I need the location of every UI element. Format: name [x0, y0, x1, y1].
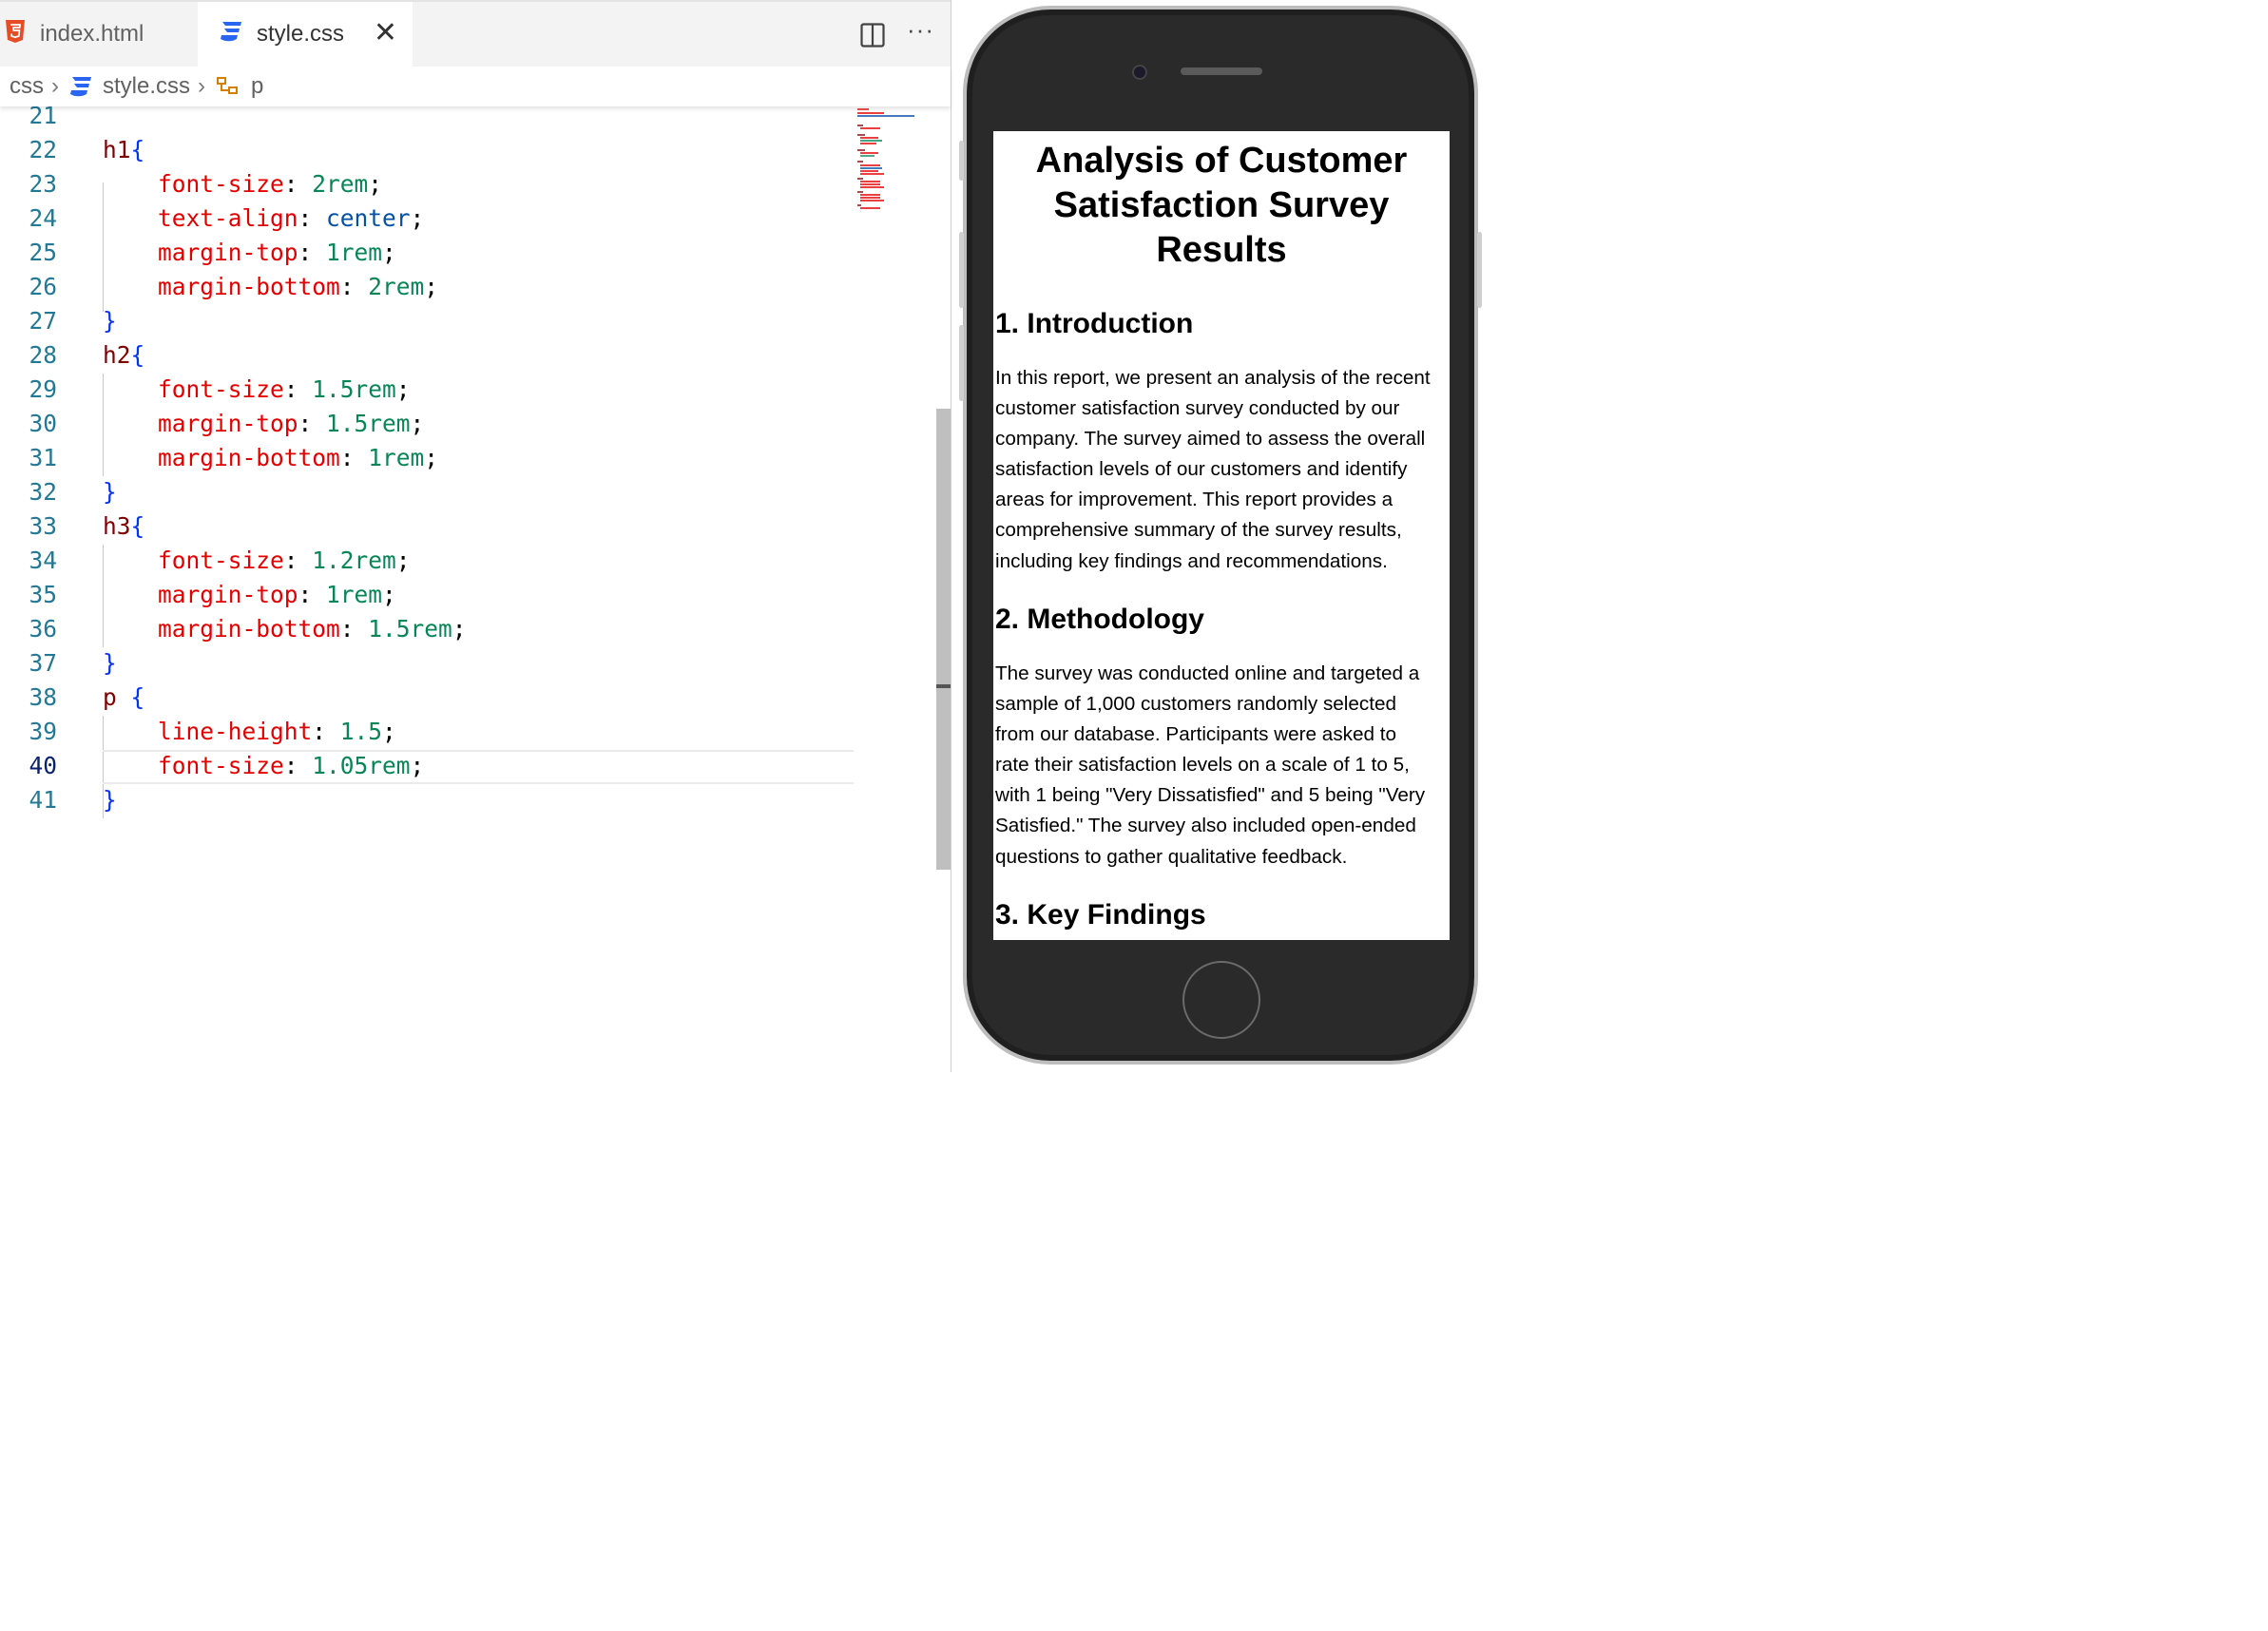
- code-line: font-size: 1.05rem;: [158, 752, 425, 779]
- section-heading: 1. Introduction: [995, 308, 1194, 339]
- close-icon[interactable]: ✕: [374, 19, 397, 48]
- code-line: margin-top: 1.5rem;: [158, 410, 425, 437]
- code-line: }: [103, 478, 117, 506]
- tab-index-html[interactable]: index.html: [0, 2, 196, 67]
- code-line: font-size: 2rem;: [158, 170, 383, 198]
- tab-style-css[interactable]: style.css ✕: [198, 2, 413, 67]
- code-line: }: [103, 786, 117, 814]
- css-selector-icon: [215, 74, 241, 99]
- tab-label: style.css: [257, 21, 345, 47]
- line-number: 30: [29, 410, 57, 437]
- code-line: font-size: 1.5rem;: [158, 375, 411, 403]
- page-title: Analysis of Customer Satisfaction Survey…: [1035, 141, 1408, 270]
- more-actions-icon[interactable]: ···: [907, 15, 934, 45]
- line-number: 31: [29, 444, 57, 471]
- breadcrumb-symbol[interactable]: p: [251, 73, 263, 100]
- code-line: h3{: [103, 512, 145, 540]
- breadcrumb-file[interactable]: style.css: [103, 73, 190, 100]
- phone-volume-down-button: [959, 325, 964, 401]
- code-line: margin-top: 1rem;: [158, 239, 396, 266]
- line-number-active: 40: [29, 752, 57, 779]
- code-line: line-height: 1.5;: [158, 718, 396, 745]
- breadcrumb-folder[interactable]: css: [10, 73, 44, 100]
- line-number: 33: [29, 512, 57, 540]
- line-number: 38: [29, 683, 57, 711]
- line-number: 23: [29, 170, 57, 198]
- code-editor[interactable]: index.html style.css ✕ ··· css › style.c…: [0, 0, 951, 1072]
- tab-label: index.html: [40, 21, 144, 47]
- phone-side-button: [959, 141, 964, 181]
- line-number: 35: [29, 581, 57, 608]
- line-number: 29: [29, 375, 57, 403]
- code-line: h1{: [103, 136, 145, 163]
- code-line: margin-bottom: 1.5rem;: [158, 615, 467, 643]
- phone-volume-up-button: [959, 232, 964, 308]
- line-number: 34: [29, 547, 57, 574]
- html5-icon: [4, 19, 27, 50]
- line-number: 24: [29, 204, 57, 232]
- code-line: margin-top: 1rem;: [158, 581, 396, 608]
- phone-screen-preview[interactable]: Analysis of Customer Satisfaction Survey…: [993, 131, 1450, 940]
- code-line: h2{: [103, 341, 145, 369]
- line-number: 27: [29, 307, 57, 335]
- chevron-right-icon: ›: [51, 73, 59, 99]
- minimap[interactable]: [855, 106, 922, 211]
- line-number: 25: [29, 239, 57, 266]
- chevron-right-icon: ›: [198, 73, 206, 99]
- line-number: 41: [29, 786, 57, 814]
- line-number: 21: [29, 106, 57, 129]
- code-line: text-align: center;: [158, 204, 425, 232]
- editor-tab-bar: index.html style.css ✕ ···: [0, 0, 951, 68]
- css3-icon: [219, 20, 243, 49]
- css3-icon: [68, 75, 93, 98]
- front-camera-icon: [1132, 65, 1147, 80]
- split-editor-icon[interactable]: [860, 23, 885, 48]
- section-heading: 2. Methodology: [995, 604, 1204, 635]
- line-number: 26: [29, 273, 57, 300]
- code-line: margin-bottom: 1rem;: [158, 444, 439, 471]
- code-line: }: [103, 649, 117, 677]
- section-heading: 3. Key Findings: [995, 899, 1206, 931]
- line-number: 28: [29, 341, 57, 369]
- line-number: 36: [29, 615, 57, 643]
- section-paragraph: The survey was conducted online and targ…: [995, 662, 1426, 868]
- scrollbar-cursor-marker: [936, 684, 951, 688]
- phone-power-button: [1477, 232, 1482, 308]
- code-line: }: [103, 307, 117, 335]
- speaker-grille: [1181, 67, 1262, 75]
- code-line: font-size: 1.2rem;: [158, 547, 411, 574]
- scrollbar-thumb[interactable]: [936, 409, 951, 870]
- code-line: p {: [103, 683, 145, 711]
- section-paragraph: In this report, we present an analysis o…: [995, 367, 1431, 572]
- code-area[interactable]: 21 22 h1{ 23 font-size: 2rem; 24 text-align…: [0, 106, 936, 1072]
- home-button[interactable]: [1182, 961, 1260, 1039]
- code-line: margin-bottom: 2rem;: [158, 273, 439, 300]
- breadcrumb: css › style.css › p: [0, 67, 951, 106]
- line-number: 32: [29, 478, 57, 506]
- line-number: 22: [29, 136, 57, 163]
- line-number: 37: [29, 649, 57, 677]
- line-number: 39: [29, 718, 57, 745]
